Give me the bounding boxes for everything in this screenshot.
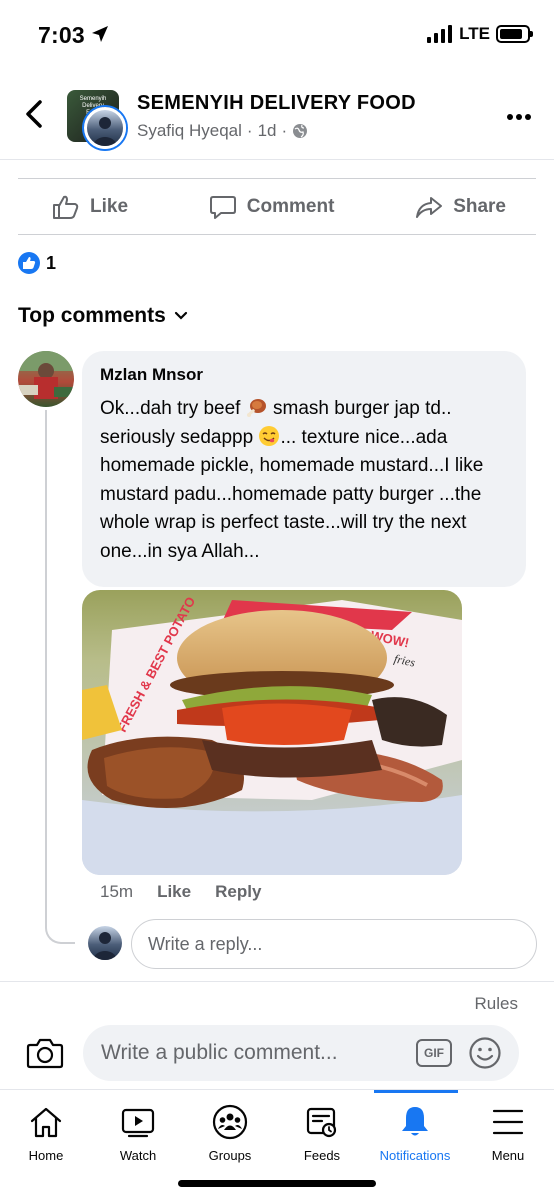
share-arrow-icon	[416, 196, 443, 218]
comment-input-placeholder: Write a public comment...	[101, 1041, 338, 1064]
person-silhouette-icon	[93, 117, 117, 146]
comment-photo[interactable]: FRESH & BEST POTATO WOW! fries	[82, 590, 462, 875]
reaction-summary[interactable]: 1	[18, 252, 56, 274]
burger-photo: FRESH & BEST POTATO WOW! fries	[82, 590, 462, 875]
commenter-avatar[interactable]	[18, 351, 74, 407]
commenter-photo	[18, 351, 74, 399]
meta-separator: ·	[246, 121, 253, 140]
home-indicator	[178, 1180, 376, 1187]
comment-reply-button[interactable]: Reply	[215, 882, 261, 902]
post-time[interactable]: 1d	[258, 121, 277, 141]
watch-icon	[118, 1102, 158, 1142]
current-user-avatar	[88, 926, 122, 960]
home-icon	[26, 1102, 66, 1142]
group-name[interactable]: SEMENYIH DELIVERY FOOD	[137, 92, 416, 115]
thumbs-up-icon	[53, 195, 79, 219]
post-header: Semenyih Delivery Food SEMENYIH DELIVERY…	[0, 80, 554, 160]
tab-home[interactable]: Home	[0, 1090, 92, 1170]
tab-label: Feeds	[303, 1148, 341, 1163]
like-button[interactable]: Like	[52, 194, 128, 220]
status-time: 7:03	[38, 22, 85, 48]
post-meta: Syafiq Hyeqal · 1d ·	[137, 121, 308, 141]
network-type: LTE	[459, 24, 490, 43]
meat-on-bone-emoji-icon	[246, 399, 266, 417]
tab-notifications[interactable]: Notifications	[369, 1090, 461, 1170]
yum-face-emoji-icon	[259, 425, 280, 446]
comment-like-button[interactable]: Like	[157, 882, 191, 902]
person-silhouette-icon	[93, 932, 117, 960]
location-arrow-icon	[90, 24, 110, 49]
comment-author[interactable]: Mzlan Mnsor	[100, 365, 508, 385]
comment-text-part: seriously sedappp	[100, 426, 259, 448]
share-label: Share	[453, 195, 506, 217]
comment-text: Ok...dah try beef smash burger jap td.. …	[100, 395, 508, 566]
meta-separator: ·	[281, 121, 288, 140]
back-button[interactable]	[18, 96, 50, 132]
signal-icon	[427, 25, 453, 43]
reply-input[interactable]: Write a reply...	[131, 919, 537, 969]
emoji-button[interactable]	[468, 1036, 502, 1070]
feeds-icon	[302, 1102, 342, 1142]
tab-label: Home	[28, 1148, 64, 1163]
battery-icon	[496, 25, 533, 43]
tab-feeds[interactable]: Feeds	[276, 1090, 368, 1170]
camera-icon	[26, 1038, 64, 1069]
chevron-left-icon	[26, 100, 42, 128]
like-label: Like	[90, 195, 129, 217]
reply-placeholder: Write a reply...	[148, 933, 263, 954]
comment-button[interactable]: Comment	[209, 194, 335, 220]
public-comment-input[interactable]: Write a public comment...	[83, 1025, 519, 1081]
comment-bubble-icon	[209, 195, 236, 219]
groups-icon	[210, 1102, 250, 1142]
author-avatar[interactable]	[84, 107, 126, 149]
tab-menu[interactable]: Menu	[462, 1090, 554, 1170]
top-comments-dropdown[interactable]: Top comments	[18, 304, 188, 328]
tab-label: Notifications	[379, 1148, 451, 1163]
comment-text-part: Ok...dah try beef	[100, 398, 246, 419]
comment-composer: Rules Write a public comment... GIF	[0, 981, 554, 1089]
author-name[interactable]: Syafiq Hyeqal	[137, 121, 242, 141]
globe-icon	[293, 124, 308, 138]
smiley-icon	[469, 1037, 501, 1069]
tab-groups[interactable]: Groups	[184, 1090, 276, 1170]
status-bar: 7:03 LTE	[0, 0, 554, 70]
menu-icon	[488, 1102, 528, 1142]
comment-meta: 15m Like Reply	[100, 882, 261, 902]
post-action-bar: Like Comment Share	[18, 178, 536, 235]
like-reaction-icon	[18, 252, 40, 274]
share-button[interactable]: Share	[415, 194, 506, 220]
tab-label: Menu	[491, 1148, 525, 1163]
comment-text-part: smash burger jap td..	[267, 398, 452, 419]
comment-label: Comment	[246, 195, 335, 217]
comment-bubble[interactable]: Mzlan Mnsor Ok...dah try beef smash burg…	[82, 351, 526, 587]
top-comments-label: Top comments	[18, 304, 166, 327]
tab-watch[interactable]: Watch	[92, 1090, 184, 1170]
gif-button[interactable]: GIF	[416, 1039, 452, 1067]
comment-time: 15m	[100, 882, 134, 901]
bell-icon	[395, 1102, 435, 1142]
more-dots-icon	[507, 114, 531, 120]
rules-link[interactable]: Rules	[475, 994, 518, 1014]
reaction-count: 1	[46, 252, 57, 273]
tab-label: Watch	[119, 1148, 157, 1163]
more-options-button[interactable]	[506, 102, 532, 122]
tab-label: Groups	[208, 1148, 252, 1163]
thread-line	[45, 410, 75, 944]
camera-button[interactable]	[26, 1034, 64, 1072]
chevron-down-icon	[174, 311, 187, 320]
